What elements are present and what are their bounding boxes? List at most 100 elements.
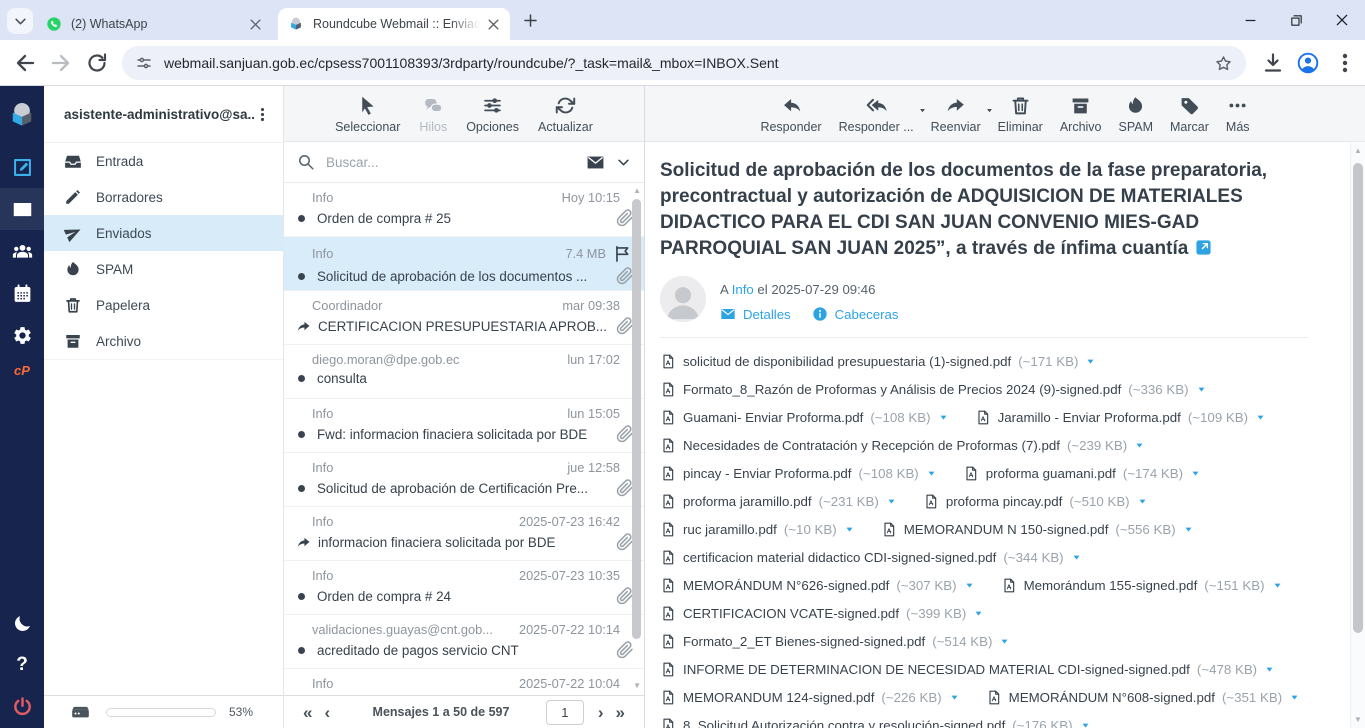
chevron-down-icon[interactable]: [1183, 524, 1194, 535]
sidebar-item-archivo[interactable]: Archivo: [44, 323, 283, 359]
chevron-down-icon[interactable]: [926, 468, 937, 479]
más-button[interactable]: Más: [1226, 95, 1250, 134]
chevron-down-icon[interactable]: [1264, 664, 1275, 675]
reload-button[interactable]: [85, 51, 109, 75]
chevron-down-icon[interactable]: [918, 106, 927, 115]
actualizar-button[interactable]: Actualizar: [538, 95, 593, 134]
message-row[interactable]: validaciones.guayas@cnt.gob...2025-07-22…: [284, 615, 644, 669]
chevron-down-icon[interactable]: [1255, 412, 1266, 423]
rail-item-calendar[interactable]: [0, 272, 44, 314]
chevron-down-icon[interactable]: [844, 524, 855, 535]
site-settings-icon[interactable]: [135, 54, 153, 72]
chevron-down-icon[interactable]: [1071, 552, 1082, 563]
message-row[interactable]: Info2025-07-23 16:42informacion finacier…: [284, 507, 644, 561]
message-row[interactable]: diego.moran@dpe.gob.eclun 17:02consulta: [284, 345, 644, 399]
attachment-item[interactable]: MEMORANDUM 124-signed.pdf(~226 KB): [660, 683, 960, 711]
attachment-item[interactable]: Jaramillo - Enviar Proforma.pdf(~109 KB): [975, 403, 1267, 431]
bookmark-star-icon[interactable]: [1214, 54, 1233, 73]
sidebar-item-entrada[interactable]: Entrada: [44, 143, 283, 179]
downloads-button[interactable]: [1261, 51, 1285, 75]
reader-scrollbar[interactable]: ▲ ▼: [1350, 143, 1365, 728]
search-scope-envelope-icon[interactable]: [586, 153, 605, 172]
chevron-down-icon[interactable]: [1085, 356, 1096, 367]
attachment-item[interactable]: Formato_2_ET Bienes-signed-signed.pdf(~5…: [660, 627, 1010, 655]
details-button[interactable]: Detalles: [720, 306, 791, 322]
profile-button[interactable]: [1296, 51, 1320, 75]
message-row[interactable]: Info2025-07-23 10:35Orden de compra # 24: [284, 561, 644, 615]
spam-button[interactable]: SPAM: [1119, 95, 1154, 134]
search-input[interactable]: [326, 155, 575, 170]
message-row[interactable]: Infolun 15:05Fwd: informacion finaciera …: [284, 399, 644, 453]
external-link-icon[interactable]: [1195, 239, 1212, 256]
responder-button[interactable]: Responder: [760, 95, 821, 134]
close-icon[interactable]: [486, 17, 501, 32]
attachment-item[interactable]: Formato_8_Razón de Proformas y Análisis …: [660, 375, 1207, 403]
hilos-button[interactable]: Hilos: [419, 95, 447, 134]
chevron-down-icon[interactable]: [985, 106, 994, 115]
marcar-button[interactable]: Marcar: [1170, 95, 1209, 134]
scroll-down-icon[interactable]: ▼: [633, 682, 641, 690]
tab-whatsapp[interactable]: (2) WhatsApp: [36, 8, 272, 40]
attachment-item[interactable]: proforma guamani.pdf(~174 KB): [963, 459, 1201, 487]
archivo-button[interactable]: Archivo: [1060, 95, 1102, 134]
scroll-up-icon[interactable]: ▲: [1354, 147, 1362, 155]
sidebar-item-papelera[interactable]: Papelera: [44, 287, 283, 323]
chevron-down-icon[interactable]: [1080, 720, 1091, 728]
new-tab-button[interactable]: [521, 11, 540, 30]
forward-button[interactable]: [49, 51, 73, 75]
seleccionar-button[interactable]: Seleccionar: [335, 95, 400, 134]
attachment-item[interactable]: Memorándum 155-signed.pdf(~151 KB): [1001, 571, 1283, 599]
account-header[interactable]: asistente-administrativo@sa...: [44, 86, 283, 143]
message-row[interactable]: Coordinadormar 09:38CERTIFICACION PRESUP…: [284, 291, 644, 345]
sender-link[interactable]: Info: [732, 282, 754, 297]
rail-item-contacts[interactable]: [0, 230, 44, 272]
search-bar[interactable]: [284, 142, 644, 183]
browser-menu-button[interactable]: [1333, 51, 1357, 75]
message-row[interactable]: InfoHoy 10:15Orden de compra # 25: [284, 183, 644, 237]
search-options-chevron-icon[interactable]: [616, 155, 631, 170]
rail-item-mail[interactable]: [0, 188, 44, 230]
rail-item-roundcube-logo[interactable]: [0, 94, 44, 136]
chevron-down-icon[interactable]: [1137, 496, 1148, 507]
message-row[interactable]: Info7.4 MBSolicitud de aprobación de los…: [284, 237, 644, 291]
first-page-button[interactable]: «: [297, 704, 318, 721]
attachment-item[interactable]: MEMORÁNDUM N°626-signed.pdf(~307 KB): [660, 571, 975, 599]
restore-button[interactable]: [1273, 0, 1319, 40]
chevron-down-icon[interactable]: [1190, 468, 1201, 479]
eliminar-button[interactable]: Eliminar: [998, 95, 1043, 134]
attachment-item[interactable]: MEMORANDUM N 150-signed.pdf(~556 KB): [881, 515, 1194, 543]
attachment-item[interactable]: MEMORÁNDUM N°608-signed.pdf(~351 KB): [986, 683, 1301, 711]
attachment-item[interactable]: proforma pincay.pdf(~510 KB): [923, 487, 1148, 515]
reader-scrollbar-thumb[interactable]: [1353, 163, 1363, 633]
chevron-down-icon[interactable]: [1134, 440, 1145, 451]
responder-button[interactable]: Responder ...: [839, 95, 914, 134]
tab-search-button[interactable]: [7, 8, 33, 34]
chevron-down-icon[interactable]: [1272, 580, 1283, 591]
minimize-button[interactable]: [1227, 0, 1273, 40]
attachment-item[interactable]: pincay - Enviar Proforma.pdf(~108 KB): [660, 459, 937, 487]
headers-button[interactable]: Cabeceras: [812, 306, 899, 322]
tab-roundcube[interactable]: Roundcube Webmail :: Enviados: [278, 8, 510, 40]
chevron-down-icon[interactable]: [1196, 384, 1207, 395]
flag-icon[interactable]: [613, 244, 632, 263]
rail-item-compose[interactable]: [0, 146, 44, 188]
chevron-down-icon[interactable]: [999, 636, 1010, 647]
back-button[interactable]: [13, 51, 37, 75]
attachment-item[interactable]: Guamani- Enviar Proforma.pdf(~108 KB): [660, 403, 949, 431]
message-row[interactable]: Info2025-07-22 10:04: [284, 669, 644, 695]
list-scrollbar-thumb[interactable]: [632, 199, 641, 639]
address-bar[interactable]: webmail.sanjuan.gob.ec/cpsess7001108393/…: [122, 46, 1246, 80]
reenviar-button[interactable]: Reenviar: [931, 95, 981, 134]
attachment-item[interactable]: solicitud de disponibilidad presupuestar…: [660, 347, 1096, 375]
rail-item-logout[interactable]: [0, 685, 44, 727]
sidebar-item-borradores[interactable]: Borradores: [44, 179, 283, 215]
next-page-button[interactable]: ›: [592, 704, 610, 721]
sidebar-item-enviados[interactable]: Enviados: [44, 215, 283, 251]
chevron-down-icon[interactable]: [973, 608, 984, 619]
rail-item-cpanel[interactable]: cP: [0, 349, 44, 391]
attachment-item[interactable]: proforma jaramillo.pdf(~231 KB): [660, 487, 897, 515]
chevron-down-icon[interactable]: [886, 496, 897, 507]
chevron-down-icon[interactable]: [938, 412, 949, 423]
scroll-down-icon[interactable]: ▼: [1354, 716, 1362, 724]
attachment-item[interactable]: ruc jaramillo.pdf(~10 KB): [660, 515, 855, 543]
